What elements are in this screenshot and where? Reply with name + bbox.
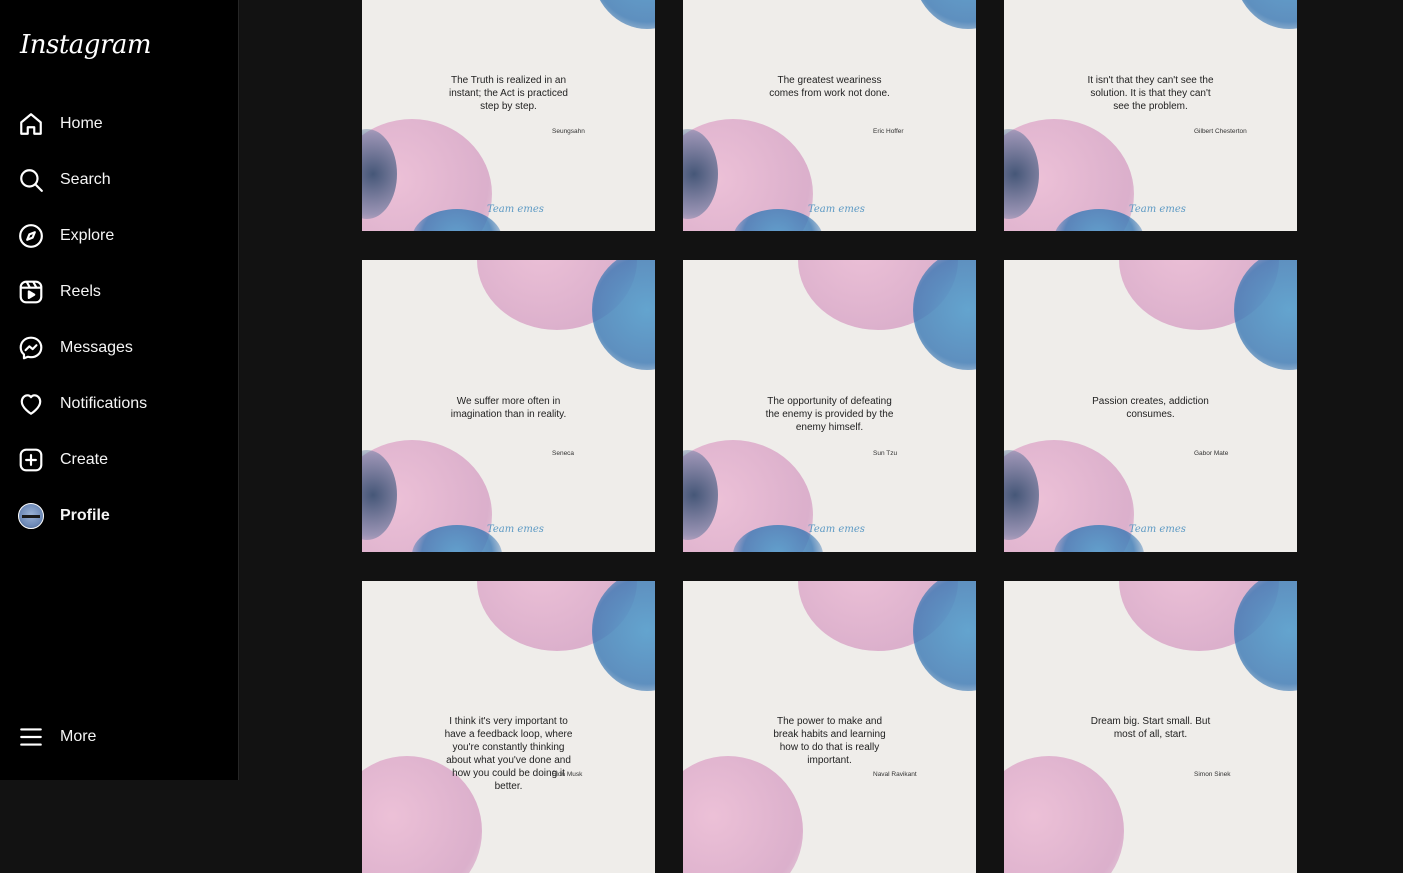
nav-item-explore[interactable]: Explore — [12, 212, 227, 260]
nav-item-notifications[interactable]: Notifications — [12, 380, 227, 428]
post-quote: I think it's very important to have a fe… — [444, 716, 573, 792]
post-tile[interactable]: Passion creates, addiction consumes. Gab… — [1004, 260, 1297, 552]
post-tile[interactable]: I think it's very important to have a fe… — [362, 581, 655, 873]
post-tile[interactable]: Dream big. Start small. But most of all,… — [1004, 581, 1297, 873]
post-tile[interactable]: The Truth is realized in an instant; the… — [362, 0, 655, 231]
post-author: Eric Hoffer — [873, 128, 904, 135]
post-tile[interactable]: The greatest weariness comes from work n… — [683, 0, 976, 231]
nav-label-create: Create — [60, 451, 109, 468]
nav-label-messages: Messages — [60, 339, 133, 356]
nav-label-home: Home — [60, 115, 103, 132]
home-icon — [18, 111, 44, 137]
reels-icon — [18, 279, 44, 305]
post-quote: It isn't that they can't see the solutio… — [1087, 75, 1214, 112]
post-tile[interactable]: We suffer more often in imagination than… — [362, 260, 655, 552]
avatar — [18, 503, 44, 529]
nav-item-messages[interactable]: Messages — [12, 324, 227, 372]
watercolor-blob — [683, 756, 803, 873]
nav-label-reels: Reels — [60, 283, 101, 300]
compass-icon — [18, 223, 44, 249]
post-signature: Team emes — [487, 204, 544, 215]
sidebar: Instagram Home Search Explore Reels Mess… — [0, 0, 239, 780]
post-quote: The opportunity of defeating the enemy i… — [765, 396, 894, 433]
nav-item-create[interactable]: Create — [12, 436, 227, 484]
nav-label-more: More — [60, 728, 97, 745]
post-author: Elon Musk — [552, 771, 583, 778]
post-author: Seneca — [552, 450, 575, 457]
post-tile[interactable]: It isn't that they can't see the solutio… — [1004, 0, 1297, 231]
messenger-icon — [18, 335, 44, 361]
post-author: Seungsahn — [552, 128, 585, 135]
watercolor-blob — [592, 581, 655, 691]
profile-avatar — [18, 503, 44, 529]
post-author: Gabor Mate — [1194, 450, 1229, 457]
post-signature: Team emes — [1129, 204, 1186, 215]
watercolor-blob — [1234, 0, 1297, 29]
heart-icon — [18, 391, 44, 417]
nav-label-profile: Profile — [60, 507, 110, 524]
watercolor-blob — [592, 0, 655, 29]
watercolor-blob — [1004, 756, 1124, 873]
post-quote: The Truth is realized in an instant; the… — [449, 75, 568, 112]
nav-item-profile[interactable]: Profile — [12, 492, 227, 540]
plus-square-icon — [18, 447, 44, 473]
watercolor-blob — [913, 581, 976, 691]
post-signature: Team emes — [1129, 524, 1186, 535]
watercolor-blob — [592, 260, 655, 370]
nav-label-search: Search — [60, 171, 111, 188]
watercolor-blob — [913, 0, 976, 29]
nav-item-search[interactable]: Search — [12, 156, 227, 204]
post-quote: We suffer more often in imagination than… — [450, 396, 567, 420]
post-author: Gilbert Chesterton — [1194, 128, 1247, 135]
nav-item-more[interactable]: More — [12, 713, 227, 761]
instagram-logo[interactable]: Instagram — [20, 30, 152, 60]
post-signature: Team emes — [808, 524, 865, 535]
post-signature: Team emes — [487, 524, 544, 535]
watercolor-blob — [1234, 260, 1297, 370]
nav-label-notifications: Notifications — [60, 395, 148, 412]
watercolor-blob — [1234, 581, 1297, 691]
nav-item-home[interactable]: Home — [12, 100, 227, 148]
post-tile[interactable]: The power to make and break habits and l… — [683, 581, 976, 873]
menu-icon — [18, 724, 44, 750]
post-quote: Dream big. Start small. But most of all,… — [1090, 716, 1211, 740]
post-author: Simon Sinek — [1194, 771, 1231, 778]
post-author: Naval Ravikant — [873, 771, 917, 778]
post-quote: Passion creates, addiction consumes. — [1092, 396, 1209, 420]
watercolor-blob — [913, 260, 976, 370]
nav-item-reels[interactable]: Reels — [12, 268, 227, 316]
search-icon — [18, 167, 44, 193]
post-quote: The greatest weariness comes from work n… — [769, 75, 890, 99]
post-author: Sun Tzu — [873, 450, 898, 457]
post-signature: Team emes — [808, 204, 865, 215]
post-tile[interactable]: The opportunity of defeating the enemy i… — [683, 260, 976, 552]
post-quote: The power to make and break habits and l… — [773, 716, 886, 766]
nav-label-explore: Explore — [60, 227, 115, 244]
